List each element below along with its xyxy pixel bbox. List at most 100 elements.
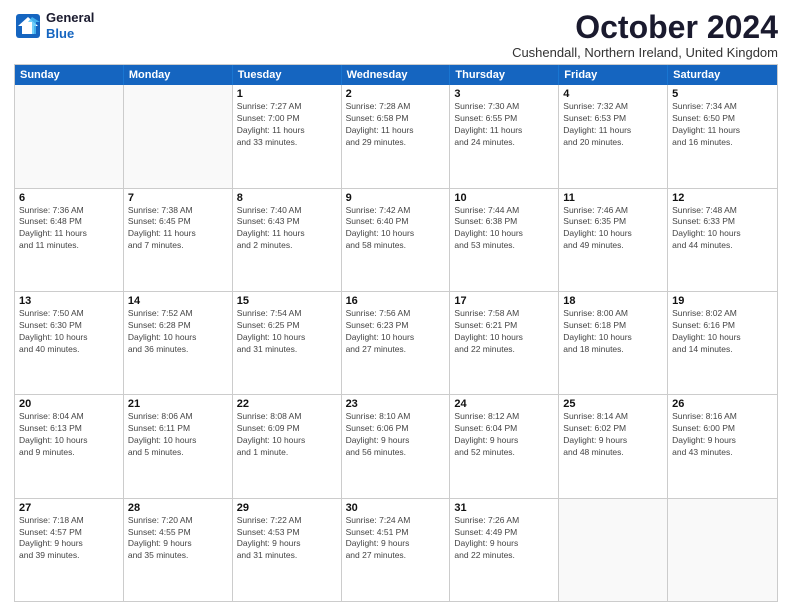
cell-day-number: 8 (237, 192, 337, 204)
cell-info: Sunrise: 8:12 AM Sunset: 6:04 PM Dayligh… (454, 411, 554, 459)
cell-day-number: 16 (346, 295, 446, 307)
calendar-cell: 31Sunrise: 7:26 AM Sunset: 4:49 PM Dayli… (450, 499, 559, 601)
calendar-cell: 30Sunrise: 7:24 AM Sunset: 4:51 PM Dayli… (342, 499, 451, 601)
cell-info: Sunrise: 8:10 AM Sunset: 6:06 PM Dayligh… (346, 411, 446, 459)
cell-day-number: 31 (454, 502, 554, 514)
cell-info: Sunrise: 7:48 AM Sunset: 6:33 PM Dayligh… (672, 205, 773, 253)
calendar-cell (668, 499, 777, 601)
cell-info: Sunrise: 7:52 AM Sunset: 6:28 PM Dayligh… (128, 308, 228, 356)
cell-info: Sunrise: 7:27 AM Sunset: 7:00 PM Dayligh… (237, 101, 337, 149)
logo: General Blue (14, 10, 94, 41)
day-header-friday: Friday (559, 65, 668, 85)
calendar-cell: 12Sunrise: 7:48 AM Sunset: 6:33 PM Dayli… (668, 189, 777, 291)
cell-day-number: 18 (563, 295, 663, 307)
calendar-row-1: 6Sunrise: 7:36 AM Sunset: 6:48 PM Daylig… (15, 188, 777, 291)
logo-text: General Blue (46, 10, 94, 41)
calendar-cell: 28Sunrise: 7:20 AM Sunset: 4:55 PM Dayli… (124, 499, 233, 601)
cell-day-number: 15 (237, 295, 337, 307)
header: General Blue October 2024 Cushendall, No… (14, 10, 778, 60)
cell-info: Sunrise: 7:38 AM Sunset: 6:45 PM Dayligh… (128, 205, 228, 253)
cell-day-number: 11 (563, 192, 663, 204)
cell-info: Sunrise: 8:02 AM Sunset: 6:16 PM Dayligh… (672, 308, 773, 356)
logo-line1: General (46, 10, 94, 26)
cell-day-number: 2 (346, 88, 446, 100)
cell-info: Sunrise: 8:00 AM Sunset: 6:18 PM Dayligh… (563, 308, 663, 356)
cell-info: Sunrise: 7:30 AM Sunset: 6:55 PM Dayligh… (454, 101, 554, 149)
cell-day-number: 30 (346, 502, 446, 514)
cell-day-number: 23 (346, 398, 446, 410)
cell-day-number: 14 (128, 295, 228, 307)
calendar-cell: 15Sunrise: 7:54 AM Sunset: 6:25 PM Dayli… (233, 292, 342, 394)
calendar-row-4: 27Sunrise: 7:18 AM Sunset: 4:57 PM Dayli… (15, 498, 777, 601)
calendar-row-3: 20Sunrise: 8:04 AM Sunset: 6:13 PM Dayli… (15, 394, 777, 497)
page: General Blue October 2024 Cushendall, No… (0, 0, 792, 612)
month-title: October 2024 (512, 10, 778, 45)
cell-day-number: 17 (454, 295, 554, 307)
cell-info: Sunrise: 7:56 AM Sunset: 6:23 PM Dayligh… (346, 308, 446, 356)
day-header-tuesday: Tuesday (233, 65, 342, 85)
cell-day-number: 19 (672, 295, 773, 307)
calendar-cell (124, 85, 233, 187)
calendar-cell: 1Sunrise: 7:27 AM Sunset: 7:00 PM Daylig… (233, 85, 342, 187)
calendar-header: SundayMondayTuesdayWednesdayThursdayFrid… (15, 65, 777, 85)
cell-info: Sunrise: 8:14 AM Sunset: 6:02 PM Dayligh… (563, 411, 663, 459)
cell-info: Sunrise: 8:08 AM Sunset: 6:09 PM Dayligh… (237, 411, 337, 459)
calendar-cell: 27Sunrise: 7:18 AM Sunset: 4:57 PM Dayli… (15, 499, 124, 601)
cell-info: Sunrise: 7:54 AM Sunset: 6:25 PM Dayligh… (237, 308, 337, 356)
calendar-cell: 4Sunrise: 7:32 AM Sunset: 6:53 PM Daylig… (559, 85, 668, 187)
calendar-cell: 3Sunrise: 7:30 AM Sunset: 6:55 PM Daylig… (450, 85, 559, 187)
calendar-cell: 18Sunrise: 8:00 AM Sunset: 6:18 PM Dayli… (559, 292, 668, 394)
day-header-saturday: Saturday (668, 65, 777, 85)
cell-info: Sunrise: 7:26 AM Sunset: 4:49 PM Dayligh… (454, 515, 554, 563)
calendar-cell: 14Sunrise: 7:52 AM Sunset: 6:28 PM Dayli… (124, 292, 233, 394)
calendar: SundayMondayTuesdayWednesdayThursdayFrid… (14, 64, 778, 602)
cell-day-number: 28 (128, 502, 228, 514)
cell-day-number: 13 (19, 295, 119, 307)
calendar-cell: 22Sunrise: 8:08 AM Sunset: 6:09 PM Dayli… (233, 395, 342, 497)
calendar-cell: 5Sunrise: 7:34 AM Sunset: 6:50 PM Daylig… (668, 85, 777, 187)
cell-info: Sunrise: 7:32 AM Sunset: 6:53 PM Dayligh… (563, 101, 663, 149)
cell-day-number: 27 (19, 502, 119, 514)
calendar-body: 1Sunrise: 7:27 AM Sunset: 7:00 PM Daylig… (15, 85, 777, 601)
calendar-cell: 26Sunrise: 8:16 AM Sunset: 6:00 PM Dayli… (668, 395, 777, 497)
cell-info: Sunrise: 7:42 AM Sunset: 6:40 PM Dayligh… (346, 205, 446, 253)
cell-day-number: 3 (454, 88, 554, 100)
calendar-row-0: 1Sunrise: 7:27 AM Sunset: 7:00 PM Daylig… (15, 85, 777, 187)
calendar-cell: 2Sunrise: 7:28 AM Sunset: 6:58 PM Daylig… (342, 85, 451, 187)
logo-line2: Blue (46, 26, 94, 42)
cell-day-number: 21 (128, 398, 228, 410)
cell-info: Sunrise: 7:36 AM Sunset: 6:48 PM Dayligh… (19, 205, 119, 253)
cell-day-number: 12 (672, 192, 773, 204)
calendar-row-2: 13Sunrise: 7:50 AM Sunset: 6:30 PM Dayli… (15, 291, 777, 394)
calendar-cell: 29Sunrise: 7:22 AM Sunset: 4:53 PM Dayli… (233, 499, 342, 601)
calendar-cell (15, 85, 124, 187)
calendar-cell: 23Sunrise: 8:10 AM Sunset: 6:06 PM Dayli… (342, 395, 451, 497)
cell-info: Sunrise: 7:28 AM Sunset: 6:58 PM Dayligh… (346, 101, 446, 149)
calendar-cell: 20Sunrise: 8:04 AM Sunset: 6:13 PM Dayli… (15, 395, 124, 497)
location: Cushendall, Northern Ireland, United Kin… (512, 45, 778, 60)
logo-icon (14, 12, 42, 40)
title-block: October 2024 Cushendall, Northern Irelan… (512, 10, 778, 60)
cell-info: Sunrise: 7:58 AM Sunset: 6:21 PM Dayligh… (454, 308, 554, 356)
cell-day-number: 26 (672, 398, 773, 410)
day-header-monday: Monday (124, 65, 233, 85)
cell-info: Sunrise: 7:24 AM Sunset: 4:51 PM Dayligh… (346, 515, 446, 563)
cell-info: Sunrise: 7:44 AM Sunset: 6:38 PM Dayligh… (454, 205, 554, 253)
cell-day-number: 4 (563, 88, 663, 100)
calendar-cell: 11Sunrise: 7:46 AM Sunset: 6:35 PM Dayli… (559, 189, 668, 291)
cell-info: Sunrise: 7:22 AM Sunset: 4:53 PM Dayligh… (237, 515, 337, 563)
cell-day-number: 7 (128, 192, 228, 204)
cell-info: Sunrise: 8:16 AM Sunset: 6:00 PM Dayligh… (672, 411, 773, 459)
calendar-cell: 17Sunrise: 7:58 AM Sunset: 6:21 PM Dayli… (450, 292, 559, 394)
day-header-sunday: Sunday (15, 65, 124, 85)
cell-info: Sunrise: 7:40 AM Sunset: 6:43 PM Dayligh… (237, 205, 337, 253)
calendar-cell: 10Sunrise: 7:44 AM Sunset: 6:38 PM Dayli… (450, 189, 559, 291)
cell-day-number: 5 (672, 88, 773, 100)
calendar-cell: 13Sunrise: 7:50 AM Sunset: 6:30 PM Dayli… (15, 292, 124, 394)
cell-day-number: 10 (454, 192, 554, 204)
calendar-cell: 9Sunrise: 7:42 AM Sunset: 6:40 PM Daylig… (342, 189, 451, 291)
cell-day-number: 22 (237, 398, 337, 410)
cell-info: Sunrise: 8:04 AM Sunset: 6:13 PM Dayligh… (19, 411, 119, 459)
cell-day-number: 20 (19, 398, 119, 410)
cell-day-number: 25 (563, 398, 663, 410)
